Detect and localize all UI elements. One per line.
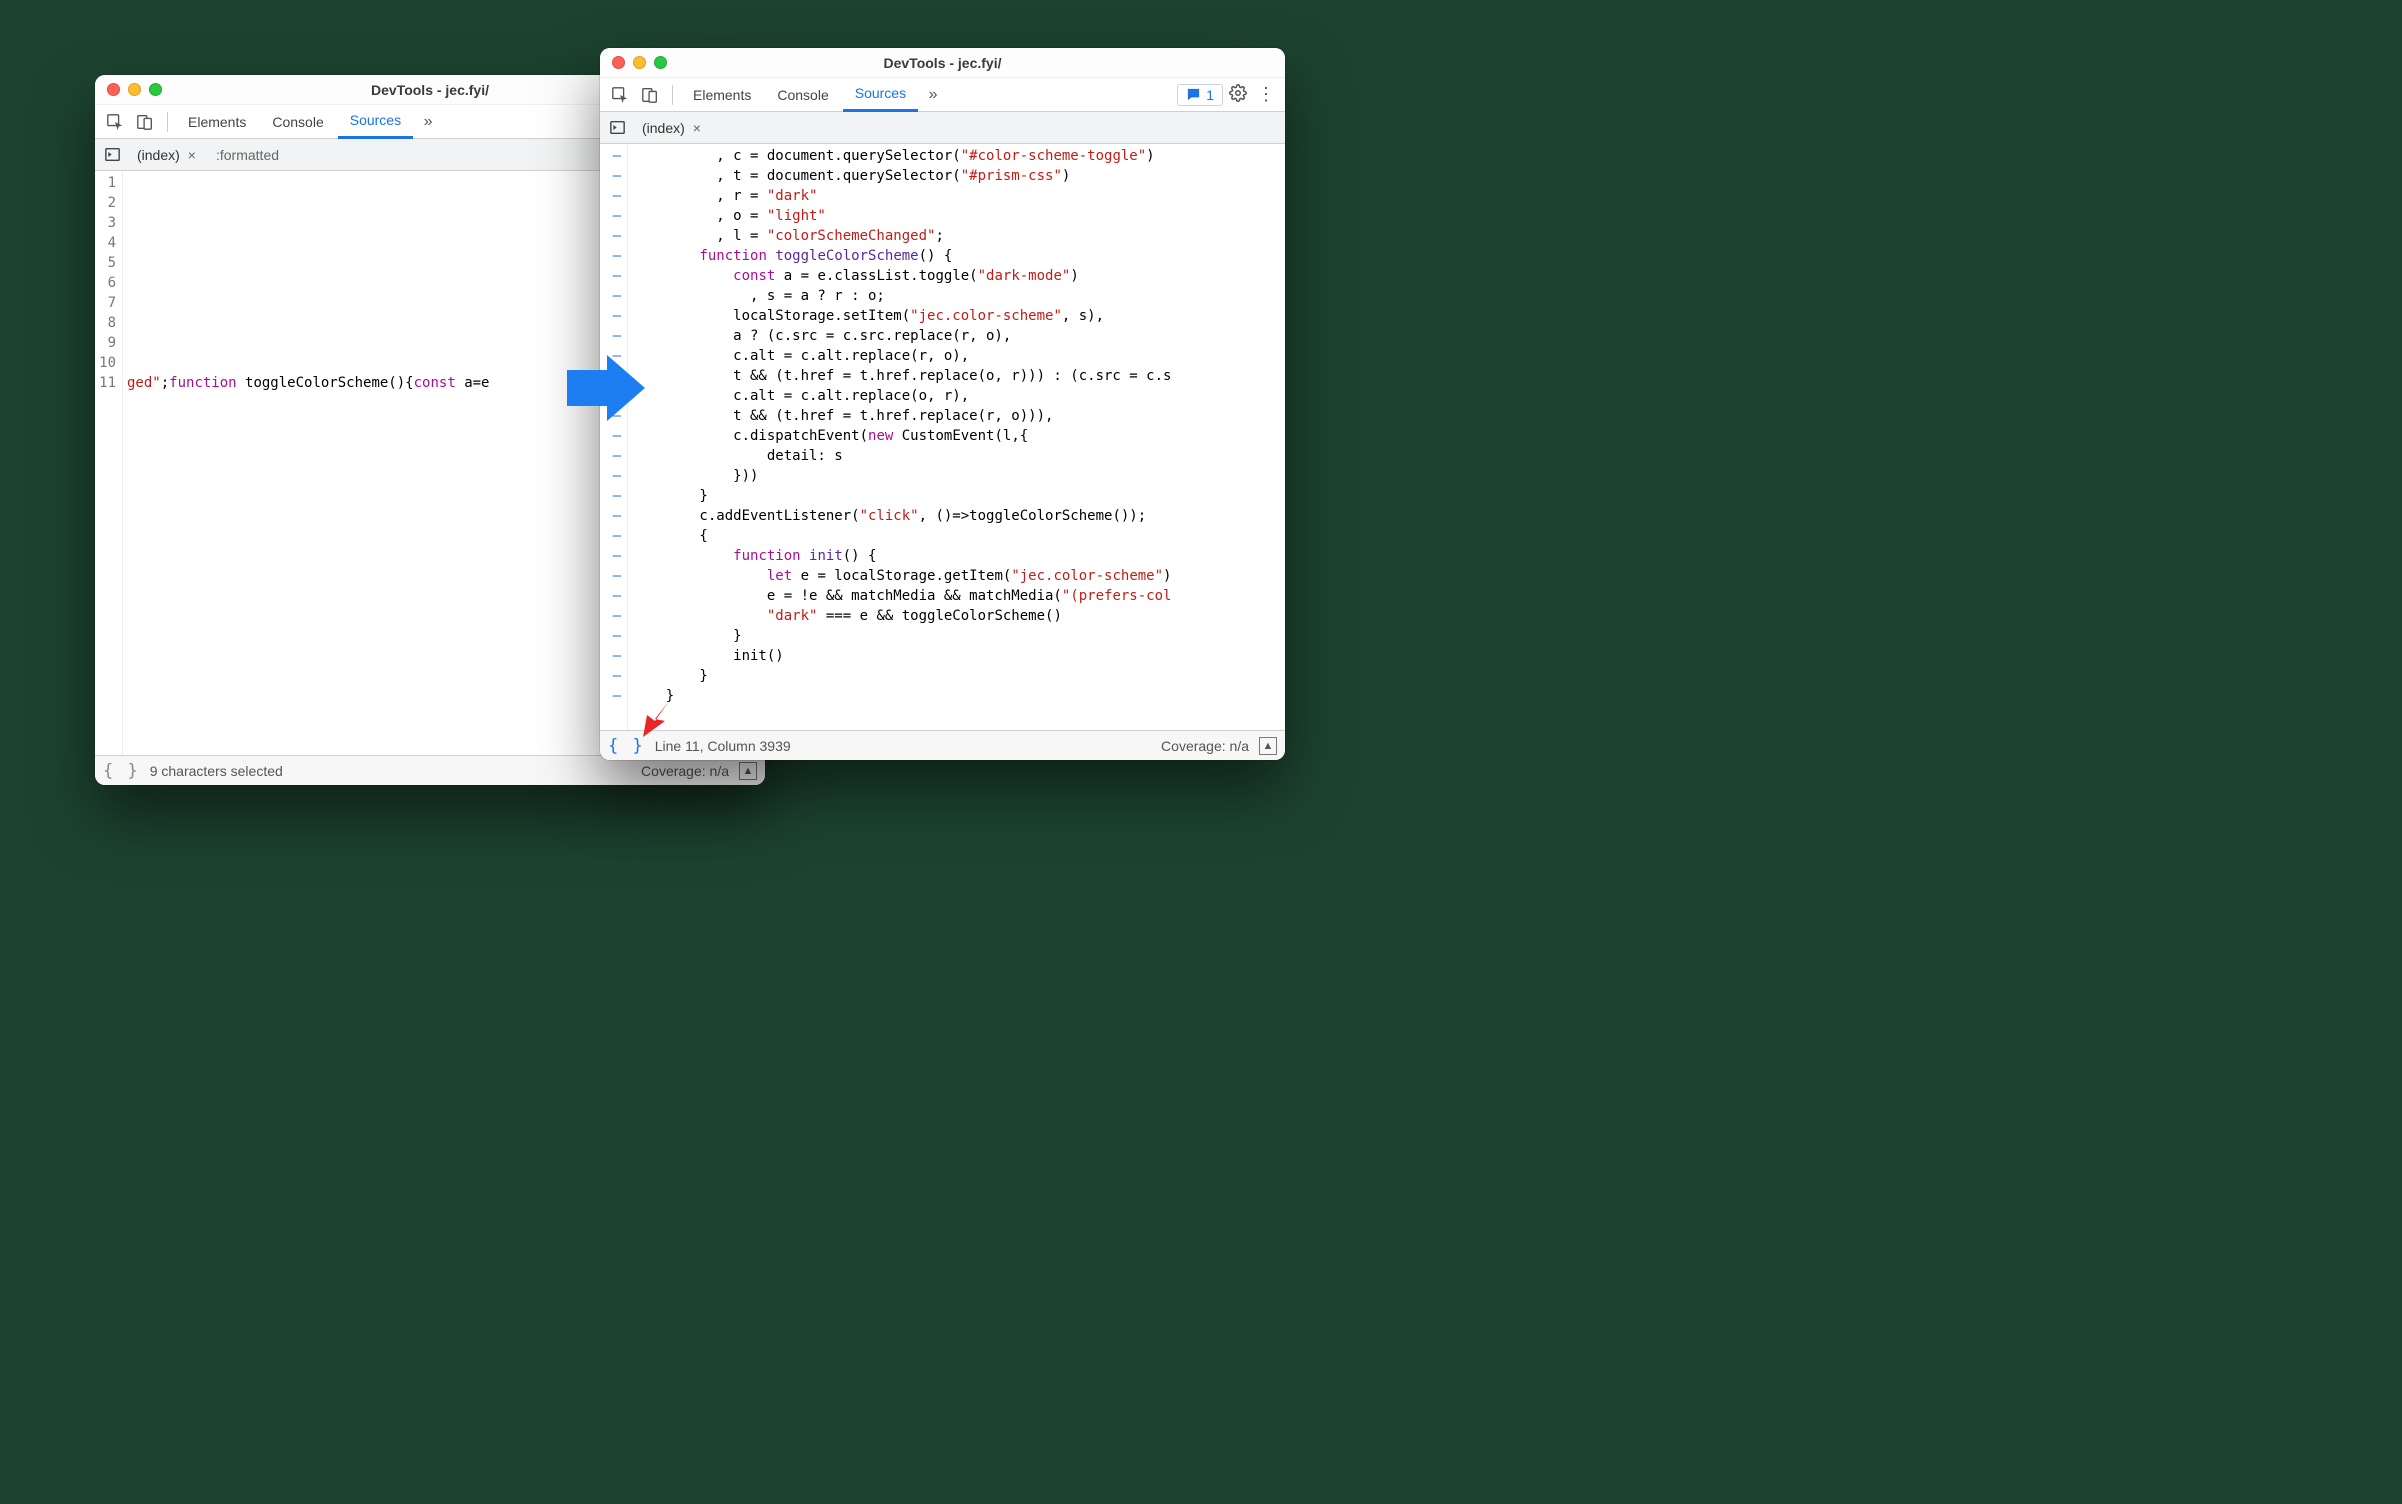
show-drawer-icon[interactable]: ▲ xyxy=(1259,737,1277,755)
zoom-window-button[interactable] xyxy=(149,83,162,96)
titlebar: DevTools - jec.fyi/ xyxy=(600,48,1285,78)
more-menu-icon[interactable]: ⋮ xyxy=(1253,84,1279,105)
close-icon[interactable]: × xyxy=(186,147,198,163)
divider xyxy=(167,112,168,132)
file-tab-suffix: :formatted xyxy=(208,147,279,163)
tab-elements[interactable]: Elements xyxy=(176,105,258,139)
inspect-element-icon[interactable] xyxy=(101,108,129,136)
tab-elements[interactable]: Elements xyxy=(681,78,763,112)
pretty-print-icon[interactable]: { } xyxy=(103,761,140,781)
devtools-toolbar: Elements Console Sources » 1 ⋮ xyxy=(600,78,1285,112)
file-tab-label: (index) xyxy=(642,120,685,136)
coverage-label: Coverage: n/a xyxy=(1161,738,1249,754)
settings-icon[interactable] xyxy=(1225,84,1251,106)
tabs-overflow-icon[interactable]: » xyxy=(415,113,441,131)
file-tab-index[interactable]: (index) × xyxy=(634,116,709,140)
line-gutter: 1 2 3 4 5 6 7 8 9 10 11 xyxy=(95,171,123,755)
code-editor[interactable]: – – – – – – – – – – – – – – – – – – – – … xyxy=(600,144,1285,730)
file-tab-strip: (index) × xyxy=(600,112,1285,144)
issues-button[interactable]: 1 xyxy=(1177,84,1223,106)
issues-count: 1 xyxy=(1206,87,1214,103)
file-tab-index[interactable]: (index) × xyxy=(129,143,204,167)
device-toolbar-icon[interactable] xyxy=(636,81,664,109)
window-title: DevTools - jec.fyi/ xyxy=(600,55,1285,71)
show-drawer-icon[interactable]: ▲ xyxy=(739,762,757,780)
navigator-toggle-icon[interactable] xyxy=(604,115,630,141)
minimize-window-button[interactable] xyxy=(128,83,141,96)
tab-console[interactable]: Console xyxy=(260,105,335,139)
tab-sources[interactable]: Sources xyxy=(338,105,413,139)
file-tab-label: (index) xyxy=(137,147,180,163)
close-icon[interactable]: × xyxy=(691,120,703,136)
tab-sources[interactable]: Sources xyxy=(843,78,918,112)
tabs-overflow-icon[interactable]: » xyxy=(920,86,946,104)
device-toolbar-icon[interactable] xyxy=(131,108,159,136)
code-content[interactable]: , c = document.querySelector("#color-sch… xyxy=(628,144,1171,730)
traffic-lights xyxy=(95,83,162,96)
navigator-toggle-icon[interactable] xyxy=(99,142,125,168)
line-gutter: – – – – – – – – – – – – – – – – – – – – … xyxy=(600,144,628,730)
inspect-element-icon[interactable] xyxy=(606,81,634,109)
cursor-position: Line 11, Column 3939 xyxy=(655,738,791,754)
devtools-window-right: DevTools - jec.fyi/ Elements Console Sou… xyxy=(600,48,1285,760)
traffic-lights xyxy=(600,56,667,69)
status-bar: { } Line 11, Column 3939 Coverage: n/a ▲ xyxy=(600,730,1285,760)
zoom-window-button[interactable] xyxy=(654,56,667,69)
tab-console[interactable]: Console xyxy=(765,78,840,112)
pretty-print-icon[interactable]: { } xyxy=(608,736,645,756)
status-text: 9 characters selected xyxy=(150,763,283,779)
code-content[interactable]: ged";function toggleColorScheme(){const … xyxy=(123,171,489,755)
divider xyxy=(672,85,673,105)
close-window-button[interactable] xyxy=(107,83,120,96)
close-window-button[interactable] xyxy=(612,56,625,69)
minimize-window-button[interactable] xyxy=(633,56,646,69)
coverage-label: Coverage: n/a xyxy=(641,763,729,779)
